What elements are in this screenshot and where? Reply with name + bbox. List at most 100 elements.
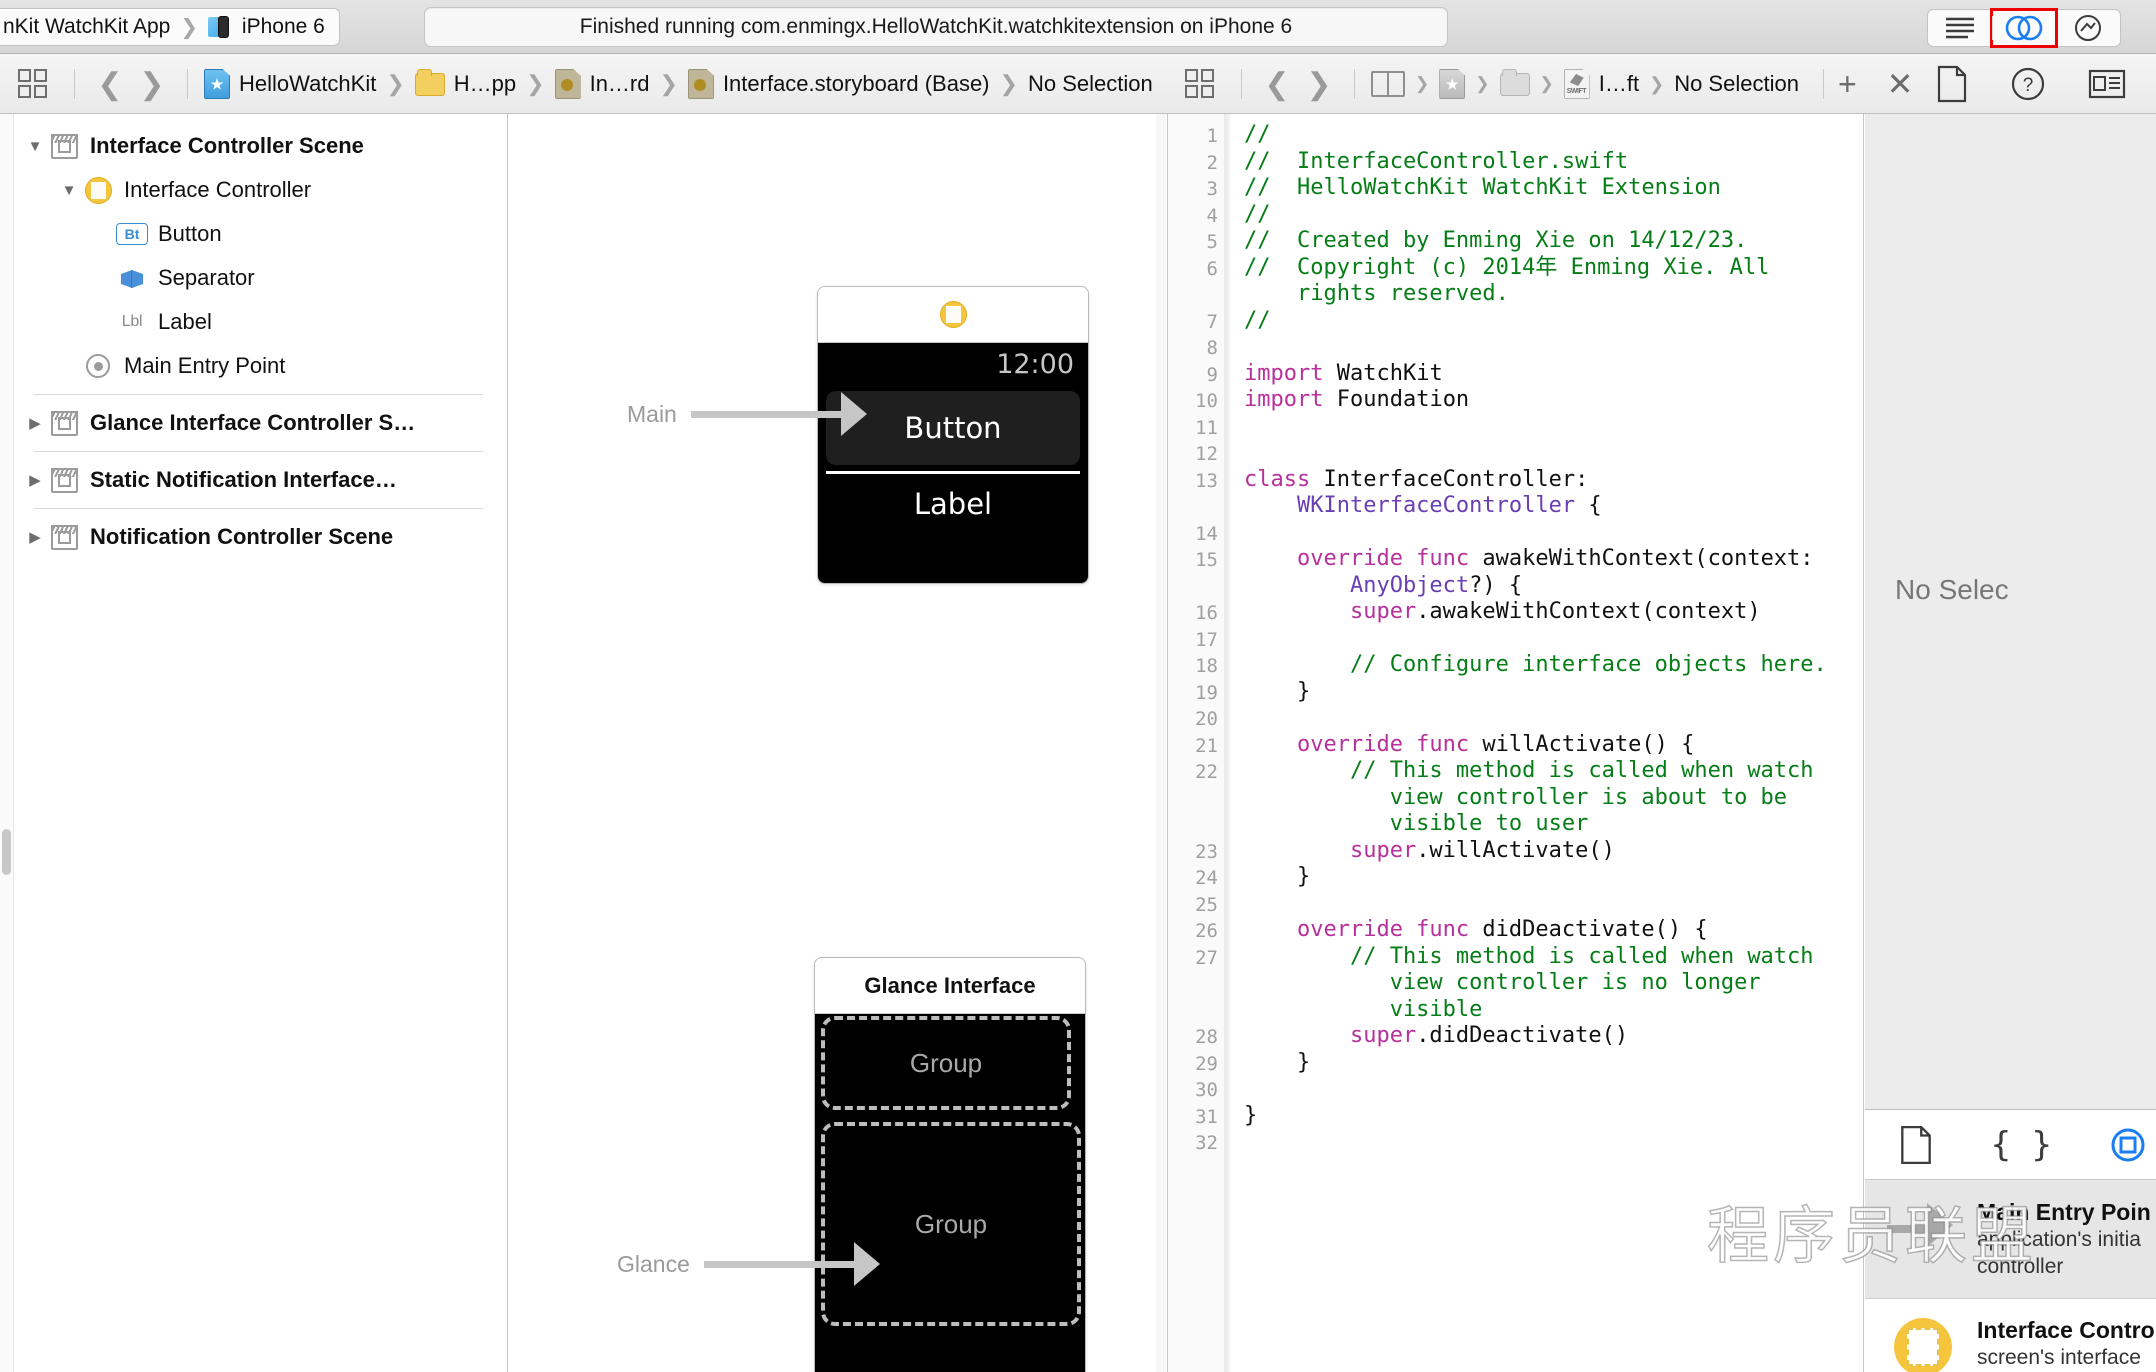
- quick-help-icon[interactable]: ?: [2010, 66, 2046, 102]
- related-items-icon[interactable]: [1183, 67, 1217, 101]
- storyboard-canvas[interactable]: 12:00 Button Label Main Glance Interface…: [509, 114, 1166, 1372]
- code-token: override func: [1244, 731, 1470, 757]
- twisty-right-icon[interactable]: ▶: [22, 414, 48, 432]
- storyboard-document-icon: [687, 69, 714, 99]
- scene-icon: [50, 133, 78, 159]
- breadcrumb-item-folder[interactable]: H…pp: [413, 68, 518, 97]
- line-number: 4: [1206, 204, 1218, 227]
- code-snippet-library-icon[interactable]: { }: [1991, 1125, 2052, 1165]
- glance-group-top[interactable]: Group: [821, 1016, 1071, 1110]
- line-number: 6: [1206, 257, 1218, 280]
- scheme-selector[interactable]: nKit WatchKit App ❯ iPhone 6: [0, 8, 340, 46]
- breadcrumb-item-selection[interactable]: No Selection: [1026, 71, 1155, 97]
- navigate-back-button[interactable]: ❮: [1256, 64, 1298, 104]
- breadcrumb-item-storyboard[interactable]: Interface.storyboard (Base): [686, 69, 992, 99]
- version-editor-button[interactable]: [2056, 10, 2120, 46]
- outline-row-glance-interface-controller-s[interactable]: ▶ Glance Interface Controller S…: [0, 401, 507, 445]
- file-template-library-icon[interactable]: [1899, 1125, 1933, 1165]
- outline-row-separator[interactable]: ▶Separator: [0, 256, 507, 300]
- twisty-down-icon[interactable]: ▼: [22, 138, 48, 155]
- twisty-down-icon[interactable]: ▼: [56, 182, 82, 199]
- breadcrumb-item-splitview[interactable]: [1369, 71, 1407, 97]
- outline-row-button[interactable]: ▶BtButton: [0, 212, 507, 256]
- outline-row-interface-controller[interactable]: ▼ Interface Controller: [0, 168, 507, 212]
- code-token: view controller is no longer: [1244, 970, 1761, 995]
- assistant-editor-icon: [2005, 15, 2043, 41]
- navigate-back-button[interactable]: ❮: [89, 64, 131, 104]
- file-inspector-icon[interactable]: [1936, 65, 1968, 103]
- glance-group-bottom[interactable]: Group: [821, 1122, 1081, 1326]
- navigate-forward-button[interactable]: ❯: [1298, 64, 1340, 104]
- outline-row-notification-controller-scene[interactable]: ▶ Notification Controller Scene: [0, 515, 507, 559]
- related-items-icon[interactable]: [16, 67, 50, 101]
- code-token: //: [1244, 201, 1271, 227]
- close-assistant-editor-button[interactable]: ✕: [1887, 65, 1914, 103]
- code-token: //: [1244, 122, 1271, 147]
- add-assistant-editor-button[interactable]: +: [1838, 66, 1857, 103]
- object-library-list[interactable]: Main Entry Poin application's initia con…: [1865, 1181, 2156, 1372]
- breadcrumb-item-project[interactable]: ★: [1437, 69, 1467, 99]
- library-item-main-entry-point[interactable]: Main Entry Poin application's initia con…: [1865, 1181, 2156, 1298]
- glance-interface-scene[interactable]: Glance Interface Group Group: [814, 957, 1086, 1372]
- code-token: AnyObject: [1244, 572, 1470, 598]
- outline-row-label: Static Notification Interface…: [90, 467, 397, 492]
- outline-row-label[interactable]: ▶LblLabel: [0, 300, 507, 344]
- code-line: }: [1244, 864, 1310, 891]
- scene-icon: [50, 467, 78, 493]
- twisty-right-icon[interactable]: ▶: [22, 528, 48, 546]
- twisty-right-icon[interactable]: ▶: [22, 471, 48, 489]
- code-token: }: [1244, 1102, 1258, 1128]
- main-entry-segue[interactable]: Main: [627, 392, 867, 436]
- code-token: .willActivate(): [1416, 837, 1615, 863]
- code-line: override func willActivate() {: [1244, 732, 1694, 759]
- standard-editor-button[interactable]: [1928, 10, 1992, 46]
- glance-entry-segue[interactable]: Glance: [617, 1242, 880, 1286]
- watch-time-label: 12:00: [996, 349, 1074, 380]
- folder-icon: [414, 68, 445, 96]
- library-item-subtitle: screen's interface: [1977, 1346, 2141, 1369]
- outline-row-label: Separator: [158, 265, 255, 290]
- line-number: 22: [1195, 761, 1218, 783]
- code-token: .didDeactivate(): [1416, 1023, 1629, 1048]
- line-number: 5: [1206, 231, 1218, 253]
- canvas-scrollbar[interactable]: [1156, 114, 1166, 1372]
- app-document-icon: ★: [1439, 69, 1466, 99]
- code-line: super.didDeactivate(): [1244, 1023, 1628, 1050]
- breadcrumb-item-project[interactable]: ★ HelloWatchKit: [202, 69, 378, 99]
- code-token: rights reserved.: [1244, 281, 1509, 306]
- breadcrumb-item-swift-file[interactable]: SWIFT I…ft: [1562, 69, 1641, 99]
- outline-row-interface-controller-scene[interactable]: ▼ Interface Controller Scene: [0, 124, 507, 168]
- code-token: override func: [1244, 917, 1470, 942]
- breadcrumb-item-folder[interactable]: [1498, 68, 1532, 96]
- line-number: 2: [1206, 151, 1218, 174]
- object-library-icon[interactable]: [2110, 1127, 2146, 1163]
- glance-screen-preview: Group Group: [815, 1014, 1085, 1372]
- outline-row-static-notification-interface[interactable]: ▶ Static Notification Interface…: [0, 458, 507, 502]
- jump-bar-right: ❮ ❯ ❯ ★ ❯ ❯ SWIFT I…ft ❯ No Selection + …: [1183, 54, 1913, 114]
- controller-icon: [939, 301, 967, 328]
- code-line: super.awakeWithContext(context): [1244, 599, 1761, 626]
- code-line: }: [1244, 679, 1310, 706]
- identity-inspector-icon[interactable]: [2088, 69, 2126, 99]
- editor-mode-segmented-control[interactable]: [1927, 8, 2121, 48]
- chevron-right-icon: ❯: [1475, 74, 1490, 93]
- code-token: // This method is called when watch: [1244, 758, 1814, 783]
- breadcrumb-item-selection[interactable]: No Selection: [1672, 71, 1801, 97]
- group-label: Group: [914, 1208, 988, 1239]
- iphone-device-icon: [207, 16, 234, 38]
- library-item-interface-controller[interactable]: Interface Contro screen's interface: [1865, 1299, 2156, 1372]
- outline-row-main-entry-point[interactable]: ▶Main Entry Point: [0, 344, 507, 388]
- outline-divider: [34, 451, 483, 452]
- code-line: view controller is about to be: [1244, 785, 1787, 812]
- code-line: visible: [1244, 997, 1483, 1024]
- code-token: override func: [1244, 546, 1470, 571]
- assistant-editor-button[interactable]: [1990, 8, 2058, 48]
- outline-scrollbar-thumb[interactable]: [2, 829, 11, 875]
- assistant-code-editor[interactable]: 1 2 3 4 5 6 7 8 9 10 11 12 13 14 15 16 17 18 19 20 21 22 23 24 2…: [1167, 114, 1864, 1372]
- divider: [1241, 69, 1242, 99]
- source-code[interactable]: //// InterfaceController.swift// HelloWa…: [1244, 114, 1863, 1372]
- code-token: ?) {: [1469, 572, 1523, 598]
- navigate-forward-button[interactable]: ❯: [131, 64, 173, 104]
- status-message: Finished running com.enmingx.HelloWatchK…: [579, 15, 1293, 38]
- breadcrumb-item-subfolder[interactable]: In…rd: [553, 69, 652, 99]
